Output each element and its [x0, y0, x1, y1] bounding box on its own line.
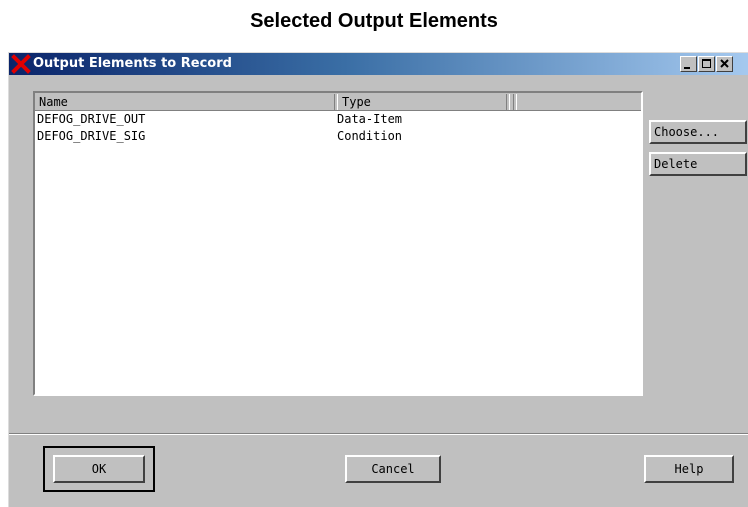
- maximize-button[interactable]: [698, 56, 715, 72]
- help-button[interactable]: Help: [644, 455, 734, 483]
- choose-button[interactable]: Choose...: [649, 120, 747, 144]
- output-elements-list[interactable]: Name Type DEFOG_DRIVE_OUT Data-Item DEFO…: [33, 91, 643, 396]
- list-row[interactable]: DEFOG_DRIVE_OUT Data-Item: [35, 111, 641, 128]
- row-type: Data-Item: [337, 112, 403, 126]
- dialog-window: Output Elements to Record Name Type DEFO…: [8, 52, 748, 507]
- row-name: DEFOG_DRIVE_SIG: [37, 129, 146, 143]
- column-divider[interactable]: [513, 94, 517, 110]
- ok-button[interactable]: OK: [53, 455, 145, 483]
- minimize-button[interactable]: [680, 56, 697, 72]
- row-type: Condition: [337, 129, 403, 143]
- row-name: DEFOG_DRIVE_OUT: [37, 112, 146, 126]
- title-bar[interactable]: Output Elements to Record: [9, 53, 748, 75]
- column-header-name[interactable]: Name: [35, 93, 68, 111]
- delete-button[interactable]: Delete: [649, 152, 747, 176]
- page-caption: Selected Output Elements: [250, 10, 498, 32]
- cancel-button[interactable]: Cancel: [345, 455, 441, 483]
- divider: [9, 433, 748, 435]
- column-header-type[interactable]: Type: [338, 93, 371, 111]
- column-divider[interactable]: [506, 94, 510, 110]
- window-title: Output Elements to Record: [33, 56, 232, 71]
- list-header: Name Type: [35, 93, 641, 111]
- close-button[interactable]: [716, 56, 733, 72]
- maximize-icon: [702, 59, 711, 68]
- x-logo-icon[interactable]: [11, 54, 31, 74]
- close-icon: [720, 59, 729, 68]
- list-row[interactable]: DEFOG_DRIVE_SIG Condition: [35, 128, 641, 145]
- minimize-icon: [684, 67, 690, 69]
